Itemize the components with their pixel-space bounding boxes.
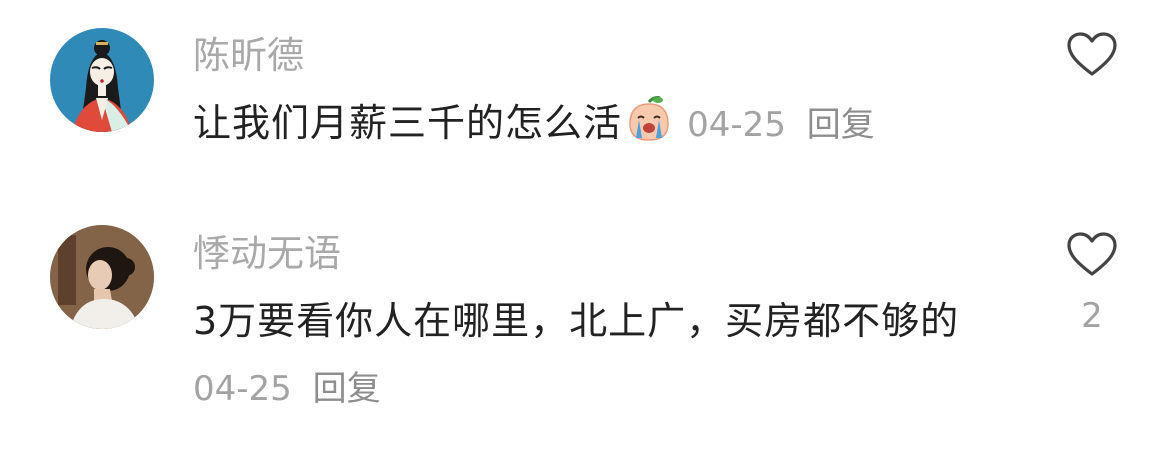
comment-meta: 04-25 回复: [687, 105, 875, 145]
crying-peach-emoji-icon: [624, 94, 674, 144]
avatar-illustration-icon: [50, 28, 154, 132]
comment-text: 3万要看你人在哪里，北上广，买房都不够的: [193, 299, 960, 343]
like-button[interactable]: [1066, 232, 1118, 278]
comment-date: 04-25: [193, 369, 292, 409]
heart-outline-icon: [1067, 232, 1117, 276]
reply-button[interactable]: 回复: [313, 369, 381, 409]
comment-item: 悸动无语 3万要看你人在哪里，北上广，买房都不够的 04-25 回复 2: [0, 200, 1170, 474]
comment-body: 让我们月薪三千的怎么活 04-25 回复: [193, 90, 993, 158]
heart-outline-icon: [1067, 32, 1117, 76]
comment-text: 让我们月薪三千的怎么活: [193, 101, 623, 145]
comment-username[interactable]: 陈昕德: [193, 32, 304, 80]
reply-button[interactable]: 回复: [807, 105, 875, 145]
avatar[interactable]: [50, 225, 154, 329]
like-count: 2: [1081, 296, 1103, 336]
comment-item: 陈昕德 让我们月薪三千的怎么活 04-25 回复: [0, 0, 1170, 190]
comment-body: 3万要看你人在哪里，北上广，买房都不够的 04-25 回复: [193, 288, 983, 422]
avatar[interactable]: [50, 28, 154, 132]
comment-date: 04-25: [687, 105, 786, 145]
comment-meta: 04-25 回复: [193, 369, 381, 409]
comment-username[interactable]: 悸动无语: [193, 230, 341, 278]
like-button[interactable]: [1066, 32, 1118, 78]
avatar-photo-icon: [50, 225, 154, 329]
